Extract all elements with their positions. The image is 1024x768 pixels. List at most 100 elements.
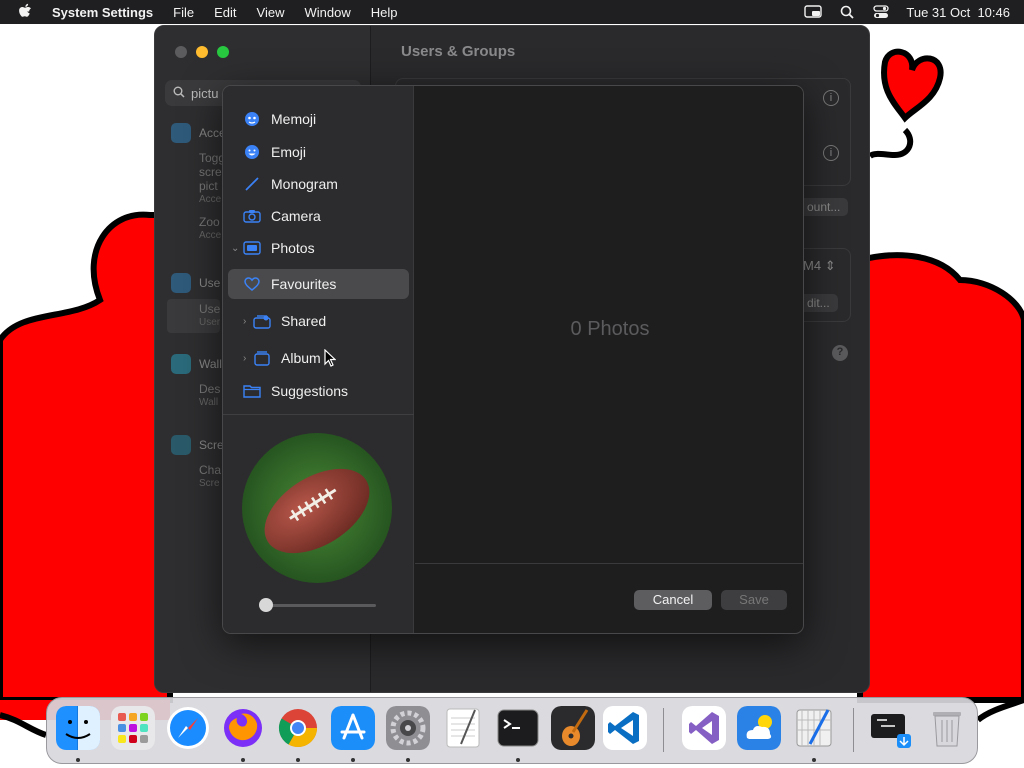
nav-album[interactable]: › Album [223, 343, 414, 373]
memoji-icon [243, 110, 261, 128]
add-account-button[interactable]: ount... [799, 198, 849, 216]
control-center-icon[interactable] [872, 5, 890, 19]
result-subline: Scre [199, 478, 220, 489]
window-controls [175, 46, 229, 58]
spotlight-search-icon[interactable] [838, 5, 856, 19]
section-title: Wall [199, 357, 222, 371]
popup-value-label: M4 [803, 258, 822, 273]
nav-label: Suggestions [271, 383, 349, 399]
menu-file[interactable]: File [163, 5, 204, 20]
nav-favourites[interactable]: Favourites [228, 269, 409, 299]
zoom-button[interactable] [217, 46, 229, 58]
running-indicator [812, 758, 816, 762]
nav-photos[interactable]: ⌄ Photos [223, 233, 414, 263]
wallpaper-icon [171, 354, 191, 374]
chevron-right-icon[interactable]: › [243, 353, 246, 364]
nav-emoji[interactable]: Emoji [223, 137, 414, 167]
result-line: Use [199, 302, 221, 316]
menu-app-name[interactable]: System Settings [42, 5, 163, 20]
running-indicator [351, 758, 355, 762]
photo-grid-area: 0 Photos [415, 86, 803, 564]
zoom-slider[interactable] [259, 598, 376, 612]
empty-photos-label: 0 Photos [570, 318, 650, 340]
running-indicator [76, 758, 80, 762]
app-store-icon[interactable] [331, 706, 375, 750]
dock-separator [663, 708, 664, 752]
downloads-stack-icon[interactable] [869, 706, 913, 750]
dock [46, 697, 978, 764]
nav-shared[interactable]: › Shared [223, 306, 414, 336]
result-accessibility[interactable]: Acce Togg scre pict Acce Zoo Acce [171, 123, 226, 243]
monogram-icon [243, 175, 261, 193]
apple-menu-icon[interactable] [0, 3, 42, 22]
system-settings-icon[interactable] [386, 706, 430, 750]
nav-label: Emoji [271, 144, 307, 160]
result-users[interactable]: Use Use User [167, 273, 221, 333]
terminal-icon[interactable] [496, 706, 540, 750]
result-wallpaper[interactable]: Wall Des Wall [171, 354, 222, 410]
nav-label: Favourites [271, 276, 337, 292]
folder-icon [243, 382, 261, 400]
edit-button[interactable]: dit... [799, 294, 838, 312]
shared-album-icon [253, 312, 271, 330]
script-editor-icon[interactable] [792, 706, 836, 750]
menu-clock[interactable]: Tue 31 Oct 10:46 [906, 5, 1010, 20]
menu-help[interactable]: Help [361, 5, 408, 20]
nav-memoji[interactable]: Memoji [223, 104, 414, 134]
finder-icon[interactable] [56, 706, 100, 750]
vscode-icon[interactable] [603, 706, 647, 750]
info-icon[interactable]: i [823, 90, 839, 106]
trash-icon[interactable] [925, 706, 969, 750]
nav-label: Memoji [271, 111, 317, 127]
visual-studio-icon[interactable] [682, 706, 726, 750]
close-button[interactable] [175, 46, 187, 58]
nav-camera[interactable]: Camera [223, 201, 414, 231]
result-subline: User [199, 317, 221, 328]
camera-icon [243, 207, 261, 225]
users-icon [171, 273, 191, 293]
running-indicator [296, 758, 300, 762]
cancel-button[interactable]: Cancel [634, 590, 712, 610]
album-icon [253, 349, 271, 367]
photos-icon [243, 239, 261, 257]
profile-picture-preview[interactable] [242, 433, 392, 583]
nav-label: Camera [271, 208, 321, 224]
popup-value[interactable]: M4 ⇕ [803, 258, 836, 274]
menu-window[interactable]: Window [294, 5, 360, 20]
minimize-button[interactable] [196, 46, 208, 58]
zoom-slider-knob[interactable] [259, 598, 273, 612]
menu-edit[interactable]: Edit [204, 5, 246, 20]
garageband-icon[interactable] [551, 706, 595, 750]
chevron-right-icon[interactable]: › [243, 316, 246, 327]
stepper-icon: ⇕ [824, 258, 836, 273]
result-line: Des [199, 382, 221, 396]
section-title: Scre [199, 438, 224, 452]
result-line: Cha [199, 463, 222, 477]
emoji-icon [243, 143, 261, 161]
nav-monogram[interactable]: Monogram [223, 169, 414, 199]
search-icon [173, 86, 185, 101]
nav-label: Photos [271, 240, 315, 256]
info-icon[interactable]: i [823, 145, 839, 161]
weather-icon[interactable] [737, 706, 781, 750]
screen-mirroring-icon[interactable] [804, 5, 823, 19]
nav-label: Album [281, 350, 321, 366]
textedit-icon[interactable] [441, 706, 485, 750]
picture-picker-sheet: Memoji Emoji Monogram Camera ⌄ Photos Fa… [222, 85, 804, 634]
save-button[interactable]: Save [721, 590, 787, 610]
mouse-pointer-icon [324, 348, 337, 372]
safari-icon[interactable] [166, 706, 210, 750]
menu-view[interactable]: View [247, 5, 295, 20]
nav-suggestions[interactable]: Suggestions [223, 376, 414, 406]
nav-label: Monogram [271, 176, 338, 192]
nav-label: Shared [281, 313, 327, 329]
sidebar-divider [223, 414, 414, 415]
heart-icon [243, 275, 261, 293]
launchpad-icon[interactable] [111, 706, 155, 750]
result-screen-saver[interactable]: Scre Cha Scre [171, 435, 224, 491]
picker-sidebar: Memoji Emoji Monogram Camera ⌄ Photos Fa… [223, 86, 414, 633]
firefox-icon[interactable] [221, 706, 265, 750]
help-button[interactable]: ? [832, 345, 848, 361]
chevron-down-icon[interactable]: ⌄ [231, 243, 239, 254]
chrome-icon[interactable] [276, 706, 320, 750]
